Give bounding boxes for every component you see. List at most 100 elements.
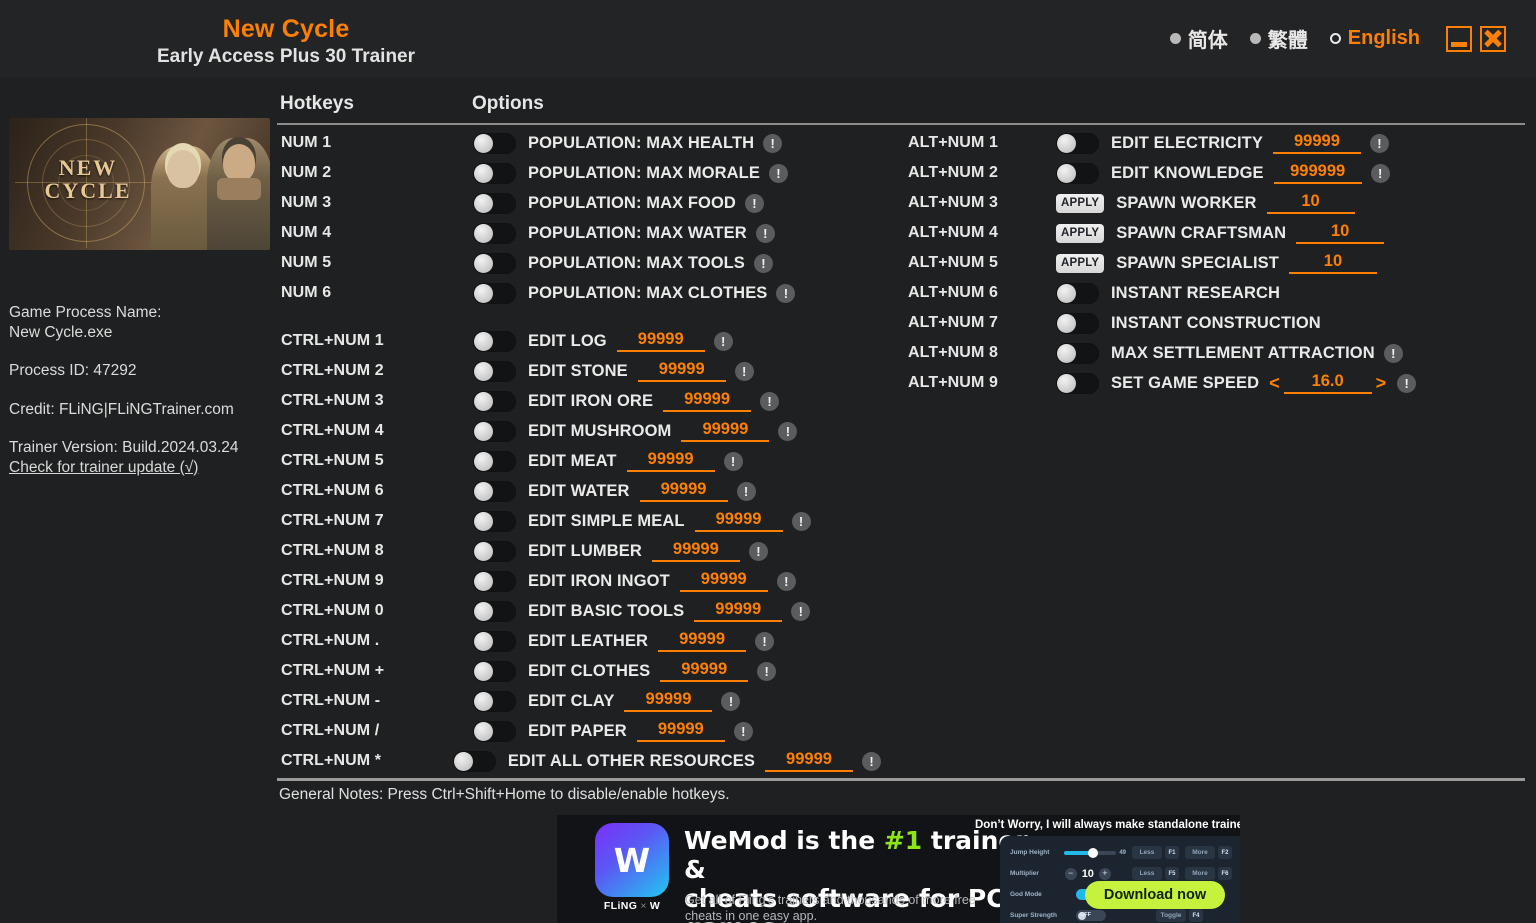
- download-now-button[interactable]: Download now: [1085, 881, 1225, 909]
- option-row: ALT+NUM 5 APPLY SPAWN SPECIALIST 10: [908, 248, 1508, 278]
- info-icon[interactable]: !: [791, 511, 811, 531]
- info-icon[interactable]: !: [734, 361, 754, 381]
- decrease-arrow-icon[interactable]: <: [1267, 374, 1282, 392]
- info-icon[interactable]: !: [1369, 133, 1389, 153]
- info-icon[interactable]: !: [763, 133, 783, 153]
- hotkey-label: CTRL+NUM 3: [281, 392, 384, 409]
- info-icon[interactable]: !: [723, 451, 743, 471]
- info-icon[interactable]: !: [753, 253, 773, 273]
- option-toggle[interactable]: [473, 132, 516, 154]
- option-toggle[interactable]: [473, 390, 516, 412]
- info-icon[interactable]: !: [768, 163, 788, 183]
- value-input[interactable]: 99999: [637, 360, 726, 382]
- value-input[interactable]: 99999: [658, 630, 747, 652]
- option-toggle[interactable]: [473, 360, 516, 382]
- value-input[interactable]: 99999: [624, 690, 713, 712]
- option-toggle[interactable]: [1056, 312, 1099, 334]
- info-icon[interactable]: !: [778, 421, 798, 441]
- value-input[interactable]: 99999: [694, 600, 783, 622]
- option-label: EDIT STONE: [528, 361, 628, 380]
- value-input[interactable]: 999999: [1273, 162, 1362, 184]
- option-toggle[interactable]: [1056, 162, 1099, 184]
- increase-arrow-icon[interactable]: >: [1374, 374, 1389, 392]
- info-icon[interactable]: !: [736, 481, 756, 501]
- option-toggle[interactable]: [1056, 372, 1099, 394]
- lang-option-english[interactable]: English: [1329, 27, 1420, 50]
- value-input[interactable]: 99999: [663, 390, 752, 412]
- option-toggle[interactable]: [473, 450, 516, 472]
- info-icon[interactable]: !: [776, 571, 796, 591]
- value-input[interactable]: 99999: [1272, 132, 1361, 154]
- option-label: EDIT WATER: [528, 481, 630, 500]
- info-icon[interactable]: !: [791, 601, 811, 621]
- info-icon[interactable]: !: [757, 661, 777, 681]
- value-input[interactable]: 99999: [681, 420, 770, 442]
- option-toggle[interactable]: [473, 162, 516, 184]
- apply-button[interactable]: APPLY: [1056, 193, 1105, 213]
- option-toggle[interactable]: [473, 480, 516, 502]
- check-update-link[interactable]: Check for trainer update (√): [9, 458, 198, 478]
- value-input[interactable]: 99999: [679, 570, 768, 592]
- hotkey-label: ALT+NUM 9: [908, 374, 998, 391]
- option-toggle[interactable]: [473, 252, 516, 274]
- value-input[interactable]: 99999: [636, 720, 725, 742]
- value-input[interactable]: 99999: [694, 510, 783, 532]
- value-input[interactable]: 10: [1296, 222, 1385, 244]
- info-icon[interactable]: !: [1383, 343, 1403, 363]
- info-icon[interactable]: !: [1397, 373, 1417, 393]
- info-icon[interactable]: !: [776, 283, 796, 303]
- advertisement-banner[interactable]: W FLiNG × W WeMod is the #1 trainer & chea…: [557, 815, 1240, 923]
- info-icon[interactable]: !: [760, 391, 780, 411]
- hotkey-label: CTRL+NUM +: [281, 662, 385, 679]
- value-input[interactable]: 99999: [626, 450, 715, 472]
- option-toggle[interactable]: [473, 570, 516, 592]
- option-toggle[interactable]: [473, 420, 516, 442]
- option-toggle[interactable]: [1056, 342, 1099, 364]
- option-toggle[interactable]: [473, 540, 516, 562]
- apply-button[interactable]: APPLY: [1056, 223, 1105, 243]
- option-toggle[interactable]: [452, 750, 496, 772]
- option-toggle[interactable]: [473, 510, 516, 532]
- option-toggle[interactable]: [473, 330, 516, 352]
- value-input[interactable]: 99999: [616, 330, 705, 352]
- option-label: SPAWN SPECIALIST: [1116, 253, 1279, 272]
- value-input[interactable]: 99999: [660, 660, 749, 682]
- hotkey-label: CTRL+NUM 9: [281, 572, 384, 589]
- option-row: CTRL+NUM 5 EDIT MEAT 99999!: [281, 446, 881, 476]
- info-icon[interactable]: !: [721, 691, 741, 711]
- lang-option-traditional[interactable]: 繁體: [1249, 24, 1308, 53]
- info-icon[interactable]: !: [748, 541, 768, 561]
- info-icon[interactable]: !: [1370, 163, 1390, 183]
- value-input[interactable]: 10: [1288, 252, 1377, 274]
- option-toggle[interactable]: [473, 222, 516, 244]
- info-icon[interactable]: !: [755, 223, 775, 243]
- value-input[interactable]: 10: [1266, 192, 1355, 214]
- value-input[interactable]: 16.0: [1283, 372, 1372, 394]
- option-toggle[interactable]: [473, 690, 516, 712]
- value-input[interactable]: 99999: [765, 750, 853, 772]
- lang-option-simplified[interactable]: 简体: [1169, 24, 1228, 53]
- option-toggle[interactable]: [473, 600, 516, 622]
- minimize-button[interactable]: [1446, 25, 1472, 52]
- option-toggle[interactable]: [473, 660, 516, 682]
- option-toggle[interactable]: [473, 282, 516, 304]
- info-icon[interactable]: !: [733, 721, 753, 741]
- info-icon[interactable]: !: [713, 331, 733, 351]
- hotkey-label: CTRL+NUM 5: [281, 452, 384, 469]
- ad-panel-key: F6: [1218, 867, 1232, 880]
- ad-panel-row: Multiplier −10 + Less F5 More F6: [1010, 865, 1232, 882]
- process-name-group: Game Process Name: New Cycle.exe: [9, 303, 271, 342]
- apply-button[interactable]: APPLY: [1056, 253, 1105, 273]
- value-input[interactable]: 99999: [651, 540, 740, 562]
- option-row: ALT+NUM 2 EDIT KNOWLEDGE 999999!: [908, 158, 1508, 188]
- option-toggle[interactable]: [473, 192, 516, 214]
- info-icon[interactable]: !: [744, 193, 764, 213]
- info-icon[interactable]: !: [755, 631, 775, 651]
- info-icon[interactable]: !: [862, 751, 881, 771]
- option-toggle[interactable]: [473, 720, 516, 742]
- option-toggle[interactable]: [1056, 282, 1099, 304]
- close-button[interactable]: [1480, 25, 1506, 52]
- option-toggle[interactable]: [1056, 132, 1099, 154]
- value-input[interactable]: 99999: [639, 480, 728, 502]
- option-toggle[interactable]: [473, 630, 516, 652]
